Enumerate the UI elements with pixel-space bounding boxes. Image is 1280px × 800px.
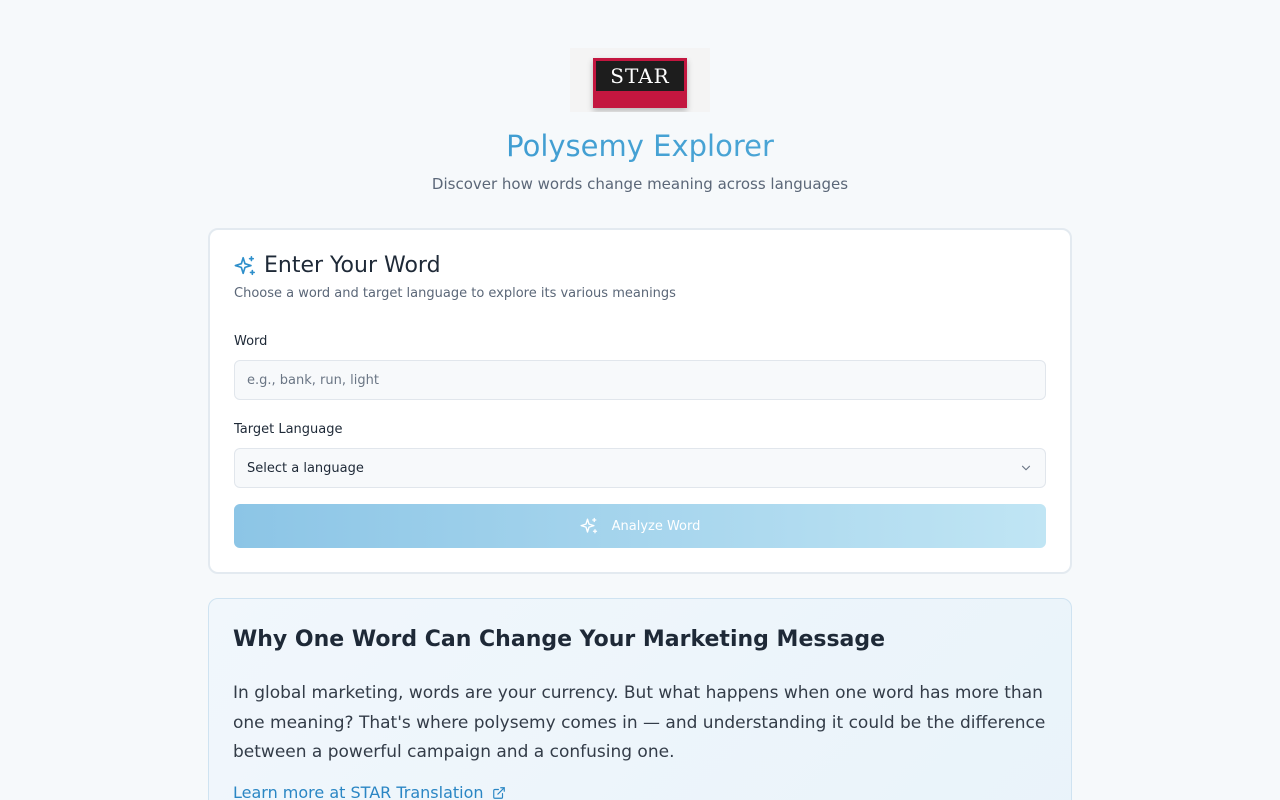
- analyze-word-button-label: Analyze Word: [611, 518, 701, 534]
- page-title: Polysemy Explorer: [0, 128, 1280, 164]
- star-logo: STAR: [570, 48, 710, 112]
- word-input[interactable]: [234, 360, 1046, 400]
- sparkles-icon: [234, 256, 255, 276]
- card-title: Enter Your Word: [264, 253, 441, 278]
- sparkles-icon: [580, 517, 597, 534]
- logo-plate: STAR: [596, 61, 684, 91]
- language-select-value: Select a language: [247, 460, 364, 476]
- word-form-card: Enter Your Word Choose a word and target…: [208, 228, 1072, 574]
- external-link-icon: [492, 786, 505, 799]
- info-card: Why One Word Can Change Your Marketing M…: [208, 598, 1072, 800]
- learn-more-link-text: Learn more at STAR Translation: [233, 783, 484, 800]
- card-header: Enter Your Word: [234, 252, 441, 280]
- analyze-word-button[interactable]: Analyze Word: [234, 504, 1046, 548]
- card-description: Choose a word and target language to exp…: [234, 286, 676, 301]
- word-label: Word: [234, 334, 268, 349]
- language-label: Target Language: [234, 422, 343, 437]
- logo-text: STAR: [610, 64, 670, 88]
- logo-frame: STAR: [593, 58, 687, 108]
- learn-more-link[interactable]: Learn more at STAR Translation: [233, 783, 506, 800]
- page-subtitle: Discover how words change meaning across…: [431, 175, 849, 193]
- language-select[interactable]: Select a language: [234, 448, 1046, 488]
- info-body: In global marketing, words are your curr…: [233, 683, 1046, 762]
- info-title: Why One Word Can Change Your Marketing M…: [233, 627, 886, 652]
- chevron-down-icon: [1021, 465, 1031, 471]
